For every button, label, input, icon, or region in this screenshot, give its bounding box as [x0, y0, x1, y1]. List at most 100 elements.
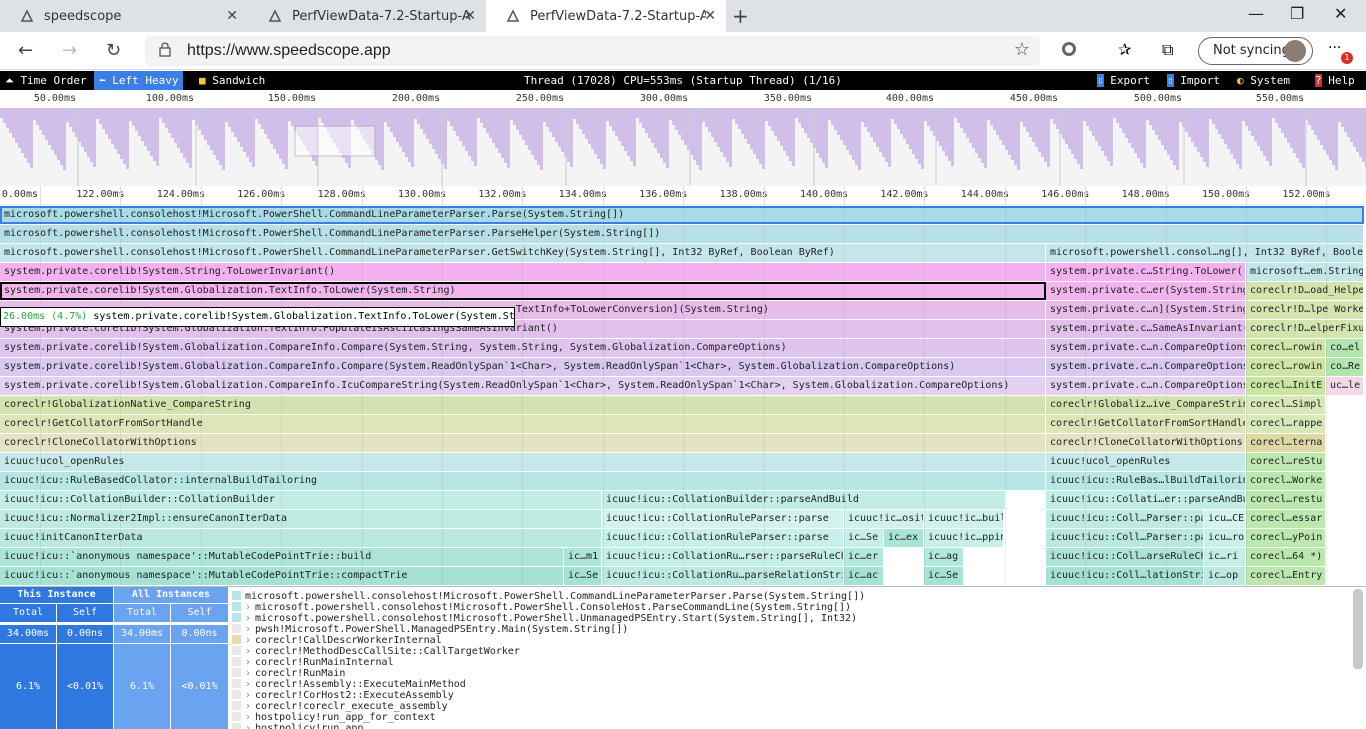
- stack-scrollbar[interactable]: [1353, 589, 1363, 669]
- flame-frame[interactable]: coreclr!D…elperFixu: [1246, 320, 1364, 338]
- favorite-star-icon[interactable]: ☆: [1014, 39, 1030, 60]
- close-icon[interactable]: ✕: [704, 8, 716, 24]
- flame-frame[interactable]: icuuc!icu::Collati…er::parseAndBuil: [1046, 491, 1246, 509]
- flame-frame[interactable]: system.private.c…n.CompareOptions: [1046, 358, 1246, 376]
- flame-frame[interactable]: ic…m1: [564, 548, 602, 566]
- flame-frame[interactable]: uc…le: [1326, 377, 1364, 395]
- flame-frame[interactable]: co…el: [1326, 339, 1364, 357]
- flame-frame[interactable]: icuuc!ic…buil: [924, 510, 1004, 528]
- flame-frame[interactable]: icuuc!icu::Normalizer2Impl::ensureCanonI…: [0, 510, 602, 528]
- tab-perfview-2[interactable]: PerfViewData-7.2-Startup-AI-DT.n ✕: [486, 0, 726, 32]
- flame-frame[interactable]: ic…ac: [844, 567, 884, 585]
- flame-frame[interactable]: icuuc!initCanonIterData: [0, 529, 602, 547]
- flame-frame[interactable]: icuuc!ic…pping: [924, 529, 1004, 547]
- profile-sync-button[interactable]: Not syncing: [1198, 37, 1313, 65]
- flame-frame[interactable]: ic…ex: [884, 529, 924, 547]
- flame-frame[interactable]: icuuc!icu::Coll…arseRuleChai: [1046, 548, 1204, 566]
- flame-frame[interactable]: icuuc!icu::CollationRuleParser::parse: [602, 529, 844, 547]
- time-order-tab[interactable]: ⏶ Time Order: [0, 71, 92, 90]
- flame-frame[interactable]: system.private.c…n](System.String: [1046, 301, 1246, 319]
- close-icon[interactable]: ✕: [464, 8, 476, 24]
- flame-frame[interactable]: corecl…yPoin: [1246, 529, 1326, 547]
- flame-frame[interactable]: co…Re: [1326, 358, 1364, 376]
- flame-frame[interactable]: icuuc!icu::CollationBuilder::parseAndBui…: [602, 491, 1006, 509]
- flame-frame[interactable]: microsoft.powershell.consolehost!Microso…: [0, 225, 1364, 243]
- flame-frame[interactable]: corecl…rappe: [1246, 415, 1326, 433]
- flame-frame[interactable]: icuuc!icu::CollationRuleParser::parse: [602, 510, 844, 528]
- flame-frame[interactable]: corecl…restu: [1246, 491, 1326, 509]
- stack-frame-row[interactable]: › coreclr!CorHost2::ExecuteAssembly: [232, 690, 454, 701]
- stack-frame-row[interactable]: › coreclr!coreclr_execute_assembly: [232, 701, 448, 712]
- url-text[interactable]: https://www.speedscope.app: [187, 42, 391, 60]
- theme-button[interactable]: ◐ System: [1232, 71, 1295, 90]
- forward-button[interactable]: →: [62, 40, 77, 61]
- flame-frame[interactable]: corecl…Simpl: [1246, 396, 1326, 414]
- flame-frame[interactable]: system.private.c…n.CompareOptions: [1046, 377, 1246, 395]
- stack-frame-row[interactable]: › pwsh!Microsoft.PowerShell.ManagedPSEntr…: [232, 624, 628, 635]
- flame-frame[interactable]: coreclr!GetCollatorFromSortHandle: [1046, 415, 1246, 433]
- flame-frame[interactable]: system.private.c…String.ToLower(: [1046, 263, 1246, 281]
- stack-frame-row[interactable]: › hostpolicy!run_app_for_context: [232, 712, 436, 723]
- new-tab-button[interactable]: +: [732, 4, 749, 28]
- settings-menu-button[interactable]: ···: [1328, 40, 1341, 56]
- flame-frame[interactable]: icuuc!ic…osite: [844, 510, 924, 528]
- flame-frame[interactable]: corecl…InitE: [1246, 377, 1326, 395]
- flame-frame[interactable]: icuuc!icu::Coll…Parser::pars: [1046, 529, 1204, 547]
- flame-frame[interactable]: icuuc!icu::Coll…lationString: [1046, 567, 1204, 585]
- flame-frame[interactable]: corecl…essar: [1246, 510, 1326, 528]
- flame-frame[interactable]: icuuc!ucol_openRules: [1046, 453, 1246, 471]
- flame-frame[interactable]: coreclr!D…oad_Helpe: [1246, 282, 1364, 300]
- flame-frame[interactable]: icuuc!icu::CollationRu…rser::parseRuleCh…: [602, 548, 844, 566]
- flame-frame[interactable]: system.private.c…SameAsInvariant(: [1046, 320, 1246, 338]
- minimize-button[interactable]: —: [1248, 4, 1264, 23]
- flame-frame[interactable]: microsoft.powershell.consol…ng[], Int32 …: [1046, 244, 1364, 262]
- flame-frame[interactable]: ic…Se: [844, 529, 884, 547]
- flame-frame[interactable]: ic…ag: [924, 548, 964, 566]
- flamegraph-canvas[interactable]: microsoft.powershell.consolehost!Microso…: [0, 206, 1366, 586]
- favorites-icon[interactable]: ✰: [1118, 40, 1131, 59]
- flame-frame[interactable]: icu…CE: [1204, 510, 1246, 528]
- stack-frame-row[interactable]: › microsoft.powershell.consolehost!Micros…: [232, 602, 851, 613]
- flame-frame[interactable]: icuuc!icu::RuleBas…lBuildTailorin: [1046, 472, 1246, 490]
- help-button[interactable]: ? Help: [1310, 71, 1360, 90]
- tab-speedscope[interactable]: speedscope ✕: [0, 0, 248, 32]
- flame-frame[interactable]: ic…Se: [564, 567, 602, 585]
- flame-frame[interactable]: corecl…64 *): [1246, 548, 1326, 566]
- flame-frame[interactable]: icuuc!icu::CollationBuilder::CollationBu…: [0, 491, 602, 509]
- flame-frame[interactable]: ic…er: [844, 548, 884, 566]
- flame-frame[interactable]: icuuc!icu::CollationRu…parseRelationStri…: [602, 567, 844, 585]
- flame-frame[interactable]: coreclr!D…lpe Worke: [1246, 301, 1364, 319]
- maximize-button[interactable]: ❐: [1290, 4, 1304, 23]
- stack-frame-row[interactable]: › coreclr!CallDescrWorkerInternal: [232, 635, 442, 646]
- flame-frame[interactable]: system.private.c…n.CompareOptions: [1046, 339, 1246, 357]
- extension-icon[interactable]: [1062, 42, 1076, 56]
- flame-frame[interactable]: coreclr!CloneCollatorWithOptions: [1046, 434, 1246, 452]
- stack-frame-row[interactable]: › hostpolicy!run_app: [232, 723, 363, 729]
- stack-frame-row[interactable]: microsoft.powershell.consolehost!Microso…: [232, 591, 865, 602]
- stack-frame-row[interactable]: › coreclr!RunMain: [232, 668, 345, 679]
- flame-frame[interactable]: ic…ri: [1204, 548, 1246, 566]
- left-heavy-tab[interactable]: ⬅ Left Heavy: [94, 71, 184, 90]
- stack-frame-row[interactable]: › coreclr!RunMainInternal: [232, 657, 394, 668]
- close-icon[interactable]: ✕: [226, 8, 238, 24]
- flame-frame[interactable]: corecl…terna: [1246, 434, 1326, 452]
- flame-frame[interactable]: icu…ro: [1204, 529, 1246, 547]
- collections-icon[interactable]: ⧉: [1162, 40, 1173, 60]
- flame-frame[interactable]: ic…Se: [924, 567, 964, 585]
- flame-frame[interactable]: corecl…reStu: [1246, 453, 1326, 471]
- tab-perfview-1[interactable]: PerfViewData-7.2-Startup-AI-DT.n ✕: [248, 0, 486, 32]
- close-window-button[interactable]: ✕: [1334, 4, 1347, 23]
- stack-frame-row[interactable]: › microsoft.powershell.consolehost!Micros…: [232, 613, 857, 624]
- stack-frame-row[interactable]: › coreclr!MethodDescCallSite::CallTargetW…: [232, 646, 520, 657]
- back-button[interactable]: ←: [18, 40, 33, 61]
- flame-frame[interactable]: icuuc!icu::Coll…Parser::pars: [1046, 510, 1204, 528]
- sandwich-tab[interactable]: ■ Sandwich: [194, 71, 270, 90]
- flame-frame[interactable]: corecl…Entry: [1246, 567, 1326, 585]
- export-button[interactable]: ⇩ Export: [1092, 71, 1155, 90]
- flame-frame[interactable]: microsoft.powershell.consolehost!Microso…: [0, 206, 1364, 224]
- url-bar[interactable]: https://www.speedscope.app ☆: [145, 36, 1040, 66]
- flame-frame[interactable]: microsoft…em.String: [1246, 263, 1364, 281]
- reload-button[interactable]: ↻: [106, 40, 121, 61]
- flame-frame[interactable]: corecl…rowin: [1246, 339, 1326, 357]
- flame-frame[interactable]: ic…op: [1204, 567, 1246, 585]
